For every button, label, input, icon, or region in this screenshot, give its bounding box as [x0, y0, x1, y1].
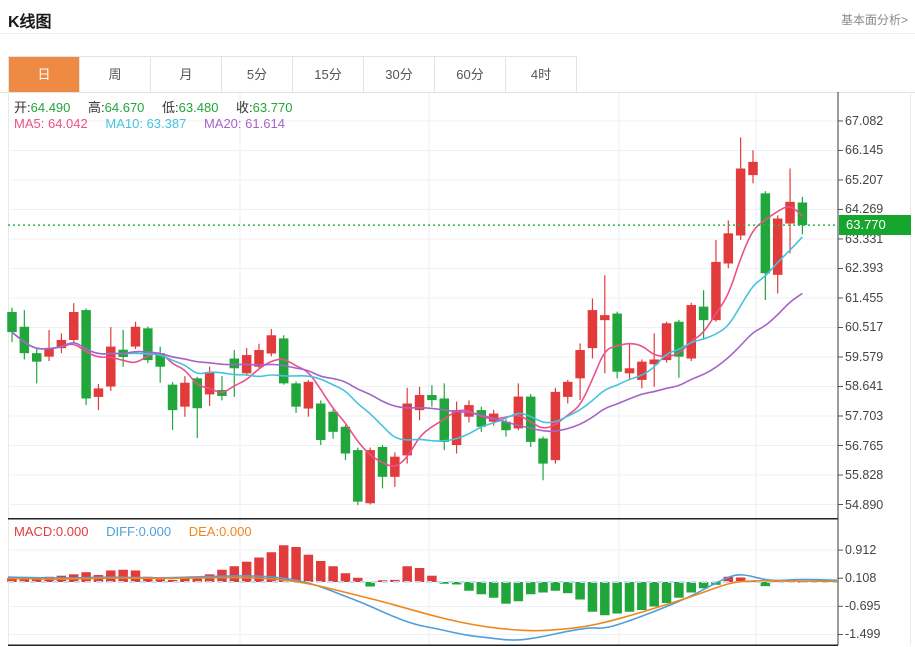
ma-readout: MA5: 64.042 MA10: 63.387 MA20: 61.614: [14, 116, 299, 131]
y-axis-label: 58.641: [845, 380, 883, 392]
close-value: 63.770: [253, 100, 293, 115]
macd-axis-label: 0.108: [845, 572, 876, 584]
ohlc-readout: 开:64.490 高:64.670 低:63.480 收:63.770: [14, 97, 306, 116]
high-value: 64.670: [105, 100, 145, 115]
y-axis-label: 60.517: [845, 321, 883, 333]
dea-value: DEA:0.000: [189, 524, 252, 539]
ma20-readout: MA20: 61.614: [204, 116, 285, 131]
low-value: 63.480: [179, 100, 219, 115]
y-axis-label: 59.579: [845, 351, 883, 363]
y-axis-label: 57.703: [845, 410, 883, 422]
macd-value: MACD:0.000: [14, 524, 88, 539]
macd-axis-label: -0.695: [845, 600, 880, 612]
y-axis-label: 65.207: [845, 174, 883, 186]
ma10-readout: MA10: 63.387: [105, 116, 186, 131]
kline-app: K线图 基本面分析> 日 周 月 5分 15分 30分 60分 4时 开:64.…: [0, 0, 915, 647]
low-label: 低:: [162, 100, 179, 115]
y-axis-label: 56.765: [845, 440, 883, 452]
y-axis-label: 64.269: [845, 203, 883, 215]
diff-line: [8, 575, 837, 640]
macd-axis-label: 0.912: [845, 544, 876, 556]
close-label: 收:: [236, 100, 253, 115]
current-price-tag: 63.770: [839, 215, 911, 235]
ma5-readout: MA5: 64.042: [14, 116, 88, 131]
high-label: 高:: [88, 100, 105, 115]
y-axis-label: 54.890: [845, 499, 883, 511]
y-axis-label: 61.455: [845, 292, 883, 304]
macd-axis-label: -1.499: [845, 628, 880, 640]
y-axis-label: 66.145: [845, 144, 883, 156]
macd-readout: MACD:0.000 DIFF:0.000 DEA:0.000: [14, 524, 266, 539]
y-axis-label: 55.828: [845, 469, 883, 481]
diff-value: DIFF:0.000: [106, 524, 171, 539]
y-axis-label: 67.082: [845, 115, 883, 127]
y-axis-label: 62.393: [845, 262, 883, 274]
open-label: 开:: [14, 100, 31, 115]
open-value: 64.490: [31, 100, 71, 115]
